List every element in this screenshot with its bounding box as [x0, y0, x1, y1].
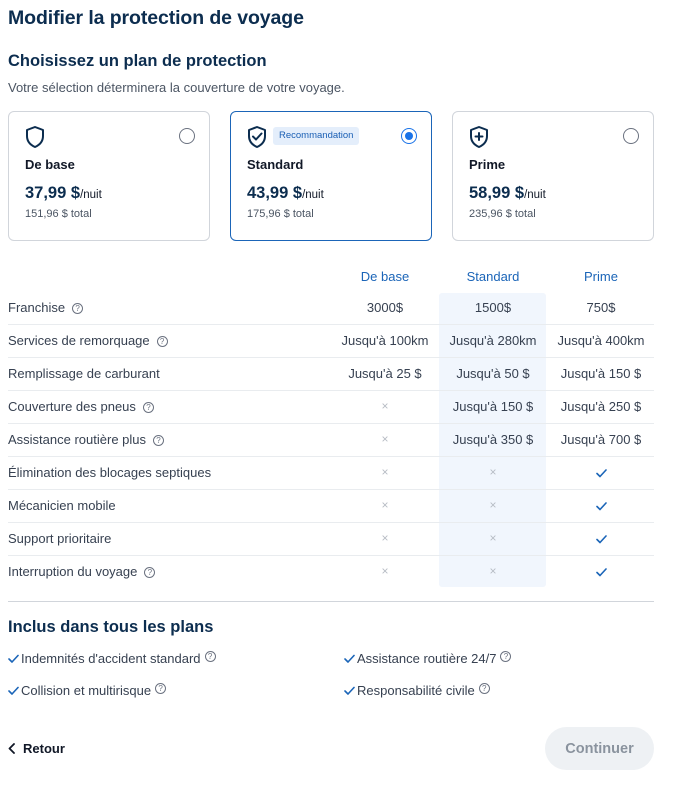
- table-row: Couverture des pneus? × Jusqu'à 150 $ Jusqu…: [8, 391, 654, 424]
- table-cell: Jusqu'à 25 $: [348, 366, 422, 381]
- continue-button[interactable]: Continuer: [545, 727, 654, 770]
- feature-label: Support prioritaire: [8, 531, 112, 546]
- included-item: Responsabilité civile?: [344, 683, 490, 698]
- column-header-base: De base: [360, 269, 410, 284]
- cross-icon: ×: [381, 465, 389, 479]
- plan-total: 235,96 $ total: [469, 208, 536, 220]
- plan-radio-standard[interactable]: [401, 128, 417, 144]
- back-button[interactable]: Retour: [8, 741, 65, 756]
- shield-icon: [26, 126, 44, 148]
- plan-name: De base: [25, 157, 75, 172]
- plan-card-standard[interactable]: Recommandation Standard 43,99 $/nuit 175…: [230, 111, 432, 241]
- table-cell: Jusqu'à 100km: [341, 333, 429, 348]
- column-header-standard: Standard: [466, 269, 520, 284]
- cross-icon: ×: [381, 432, 389, 446]
- feature-label: Remplissage de carburant: [8, 366, 160, 381]
- check-icon: [547, 498, 655, 513]
- plan-price: 43,99 $/nuit: [247, 184, 324, 202]
- check-icon: [344, 654, 355, 663]
- table-cell: Jusqu'à 350 $: [452, 432, 534, 447]
- check-icon: [547, 564, 655, 579]
- column-header-prime: Prime: [584, 269, 618, 284]
- table-cell: Jusqu'à 700 $: [560, 432, 642, 447]
- help-circle-icon[interactable]: ?: [204, 651, 216, 662]
- help-circle-icon[interactable]: ?: [153, 435, 165, 446]
- table-cell: 1500$: [474, 300, 512, 315]
- feature-label: Services de remorquage?: [8, 333, 168, 348]
- plan-card-base[interactable]: De base 37,99 $/nuit 151,96 $ total: [8, 111, 210, 241]
- plan-card-prime[interactable]: Prime 58,99 $/nuit 235,96 $ total: [452, 111, 654, 241]
- check-icon: [8, 686, 19, 695]
- table-cell: Jusqu'à 280km: [449, 333, 537, 348]
- help-circle-icon[interactable]: ?: [478, 683, 490, 694]
- cross-icon: ×: [489, 498, 497, 512]
- feature-label: Interruption du voyage?: [8, 564, 156, 579]
- plan-section-title: Choisissez un plan de protection: [8, 52, 267, 70]
- section-divider: [8, 601, 654, 602]
- help-circle-icon[interactable]: ?: [156, 336, 168, 347]
- back-label: Retour: [23, 741, 65, 756]
- check-icon: [8, 654, 19, 663]
- included-item: Assistance routière 24/7?: [344, 651, 512, 666]
- plan-name: Prime: [469, 157, 506, 172]
- table-row: Interruption du voyage? × ×: [8, 556, 654, 589]
- table-cell: Jusqu'à 250 $: [560, 399, 642, 414]
- table-row: Remplissage de carburant Jusqu'à 25 $ Jusq…: [8, 358, 654, 391]
- plan-name: Standard: [247, 157, 304, 172]
- plan-total: 151,96 $ total: [25, 208, 92, 220]
- help-circle-icon[interactable]: ?: [142, 402, 154, 413]
- table-cell: Jusqu'à 150 $: [560, 366, 642, 381]
- table-cell: Jusqu'à 400km: [557, 333, 645, 348]
- included-item: Collision et multirisque?: [8, 683, 167, 698]
- cross-icon: ×: [381, 399, 389, 413]
- help-circle-icon[interactable]: ?: [144, 567, 156, 578]
- table-cell: 3000$: [366, 300, 404, 315]
- shield-plus-icon: [470, 126, 488, 148]
- feature-label: Mécanicien mobile: [8, 498, 116, 513]
- table-cell: Jusqu'à 150 $: [452, 399, 534, 414]
- plan-total: 175,96 $ total: [247, 208, 314, 220]
- table-row: Franchise? 3000$ 1500$ 750$: [8, 292, 654, 325]
- feature-label: Couverture des pneus?: [8, 399, 154, 414]
- table-cell: Jusqu'à 50 $: [456, 366, 530, 381]
- table-row: Élimination des blocages septiques × ×: [8, 457, 654, 490]
- cross-icon: ×: [489, 465, 497, 479]
- feature-label: Assistance routière plus?: [8, 432, 165, 447]
- cross-icon: ×: [381, 564, 389, 578]
- feature-label: Élimination des blocages septiques: [8, 465, 212, 480]
- recommendation-badge: Recommandation: [273, 127, 360, 145]
- feature-label: Franchise?: [8, 300, 84, 315]
- table-row: Services de remorquage? Jusqu'à 100km Jusq…: [8, 325, 654, 358]
- table-row: Assistance routière plus? × Jusqu'à 350 $ J…: [8, 424, 654, 457]
- shield-check-icon: [248, 126, 266, 148]
- page-title: Modifier la protection de voyage: [8, 7, 304, 29]
- table-row: Support prioritaire × ×: [8, 523, 654, 556]
- cross-icon: ×: [381, 498, 389, 512]
- help-circle-icon[interactable]: ?: [500, 651, 512, 662]
- help-circle-icon[interactable]: ?: [155, 683, 167, 694]
- chevron-left-icon: [8, 743, 15, 754]
- cross-icon: ×: [489, 531, 497, 545]
- plan-section-subtitle: Votre sélection déterminera la couvertur…: [8, 80, 345, 95]
- table-row: Mécanicien mobile × ×: [8, 490, 654, 523]
- cross-icon: ×: [489, 564, 497, 578]
- cross-icon: ×: [381, 531, 389, 545]
- plan-price: 58,99 $/nuit: [469, 184, 546, 202]
- check-icon: [344, 686, 355, 695]
- plan-price: 37,99 $/nuit: [25, 184, 102, 202]
- help-circle-icon[interactable]: ?: [72, 303, 84, 314]
- table-cell: 750$: [586, 300, 616, 315]
- plan-radio-prime[interactable]: [623, 128, 639, 144]
- check-icon: [547, 465, 655, 480]
- included-title: Inclus dans tous les plans: [8, 618, 214, 636]
- included-item: Indemnités d'accident standard?: [8, 651, 216, 666]
- check-icon: [547, 531, 655, 546]
- plan-radio-base[interactable]: [179, 128, 195, 144]
